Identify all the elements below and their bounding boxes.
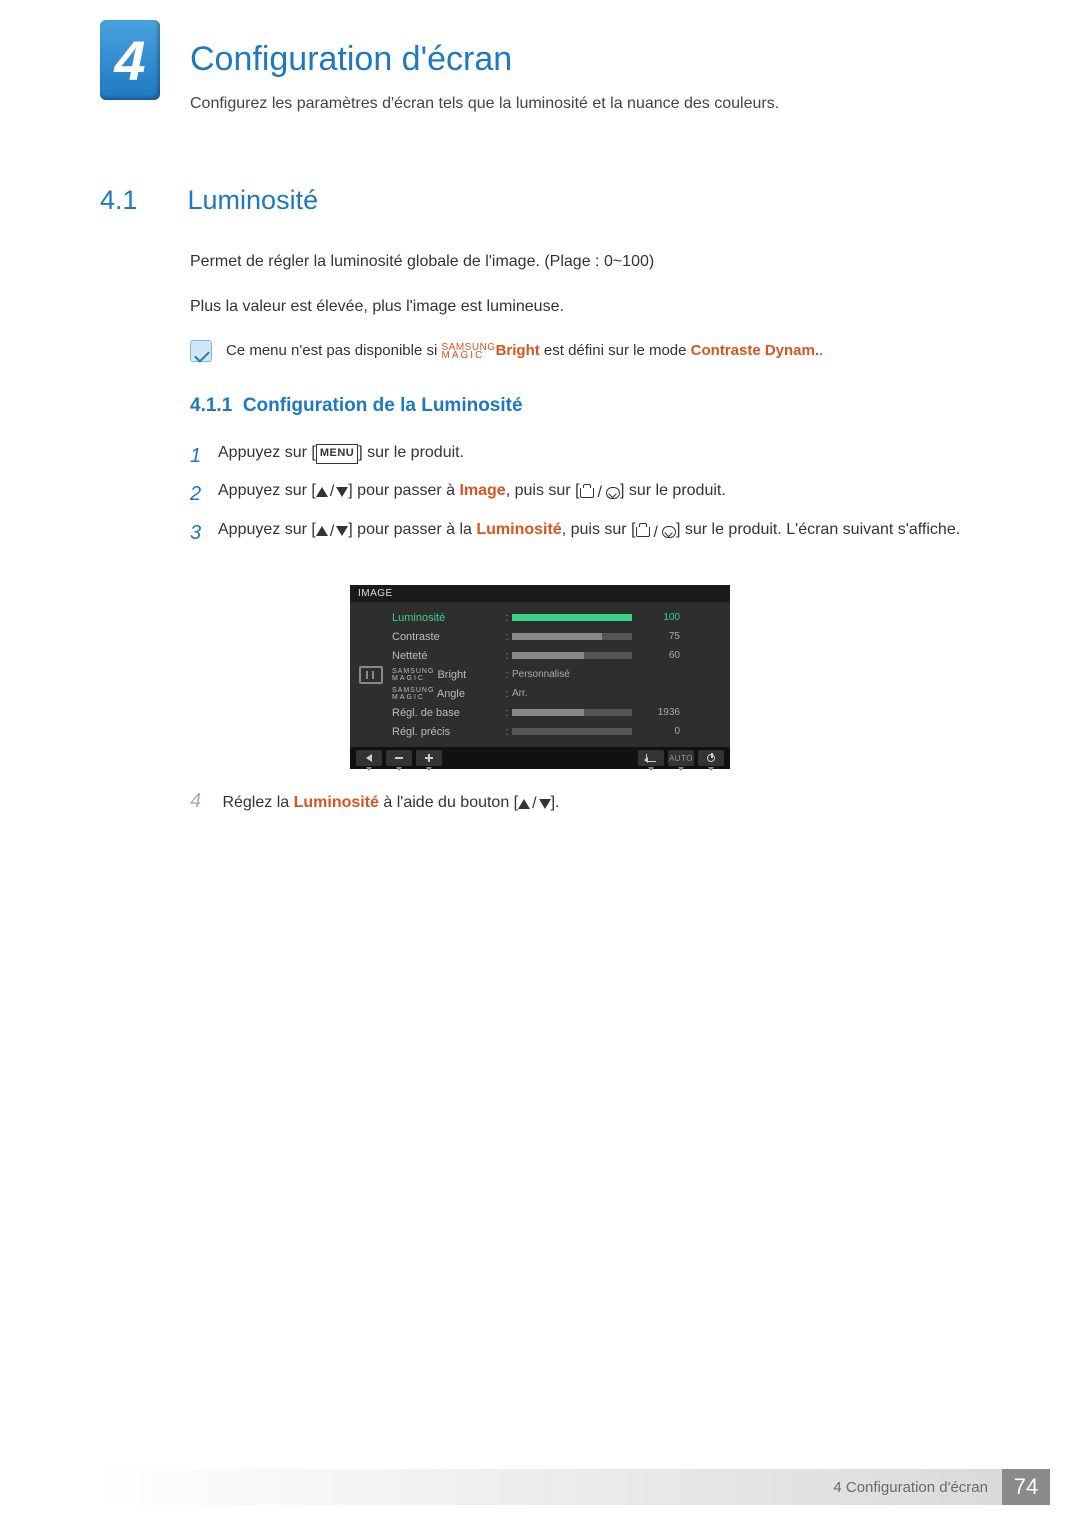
note-icon	[190, 340, 212, 362]
section-title: Luminosité	[188, 185, 319, 215]
osd-footer-minus-icon	[386, 750, 412, 766]
osd-row-nettete: Netteté : 60	[392, 646, 722, 665]
osd-row-regl-base: Régl. de base : 1936	[392, 703, 722, 722]
up-down-icon: /	[316, 479, 348, 505]
samsung-magic-label: SAMSUNGMAGIC	[442, 344, 496, 360]
osd-footer-back-icon	[356, 750, 382, 766]
step-1: 1 Appuyez sur [MENU] sur le produit.	[190, 440, 990, 466]
osd-row-magic-angle: SAMSUNGMAGIC Angle : Arr.	[392, 684, 722, 703]
note-text: Ce menu n'est pas disponible si SAMSUNGM…	[226, 342, 823, 359]
chapter-title: Configuration d'écran	[190, 40, 512, 79]
osd-row-luminosite: Luminosité : 100	[392, 608, 722, 627]
subsection-title: Configuration de la Luminosité	[243, 395, 523, 416]
note: Ce menu n'est pas disponible si SAMSUNGM…	[190, 340, 980, 362]
up-down-icon: /	[316, 519, 348, 545]
osd-side-icon	[350, 602, 392, 747]
steps-list: 1 Appuyez sur [MENU] sur le produit. 2 A…	[190, 440, 990, 557]
select-enter-icon: /	[580, 480, 620, 506]
step-2: 2 Appuyez sur [/] pour passer à Image, p…	[190, 478, 990, 506]
footer-page-number: 74	[1002, 1469, 1050, 1505]
osd-row-regl-precis: Régl. précis : 0	[392, 722, 722, 741]
up-down-icon: /	[518, 795, 550, 813]
chapter-number-badge: 4	[100, 20, 160, 100]
section-paragraph-2: Plus la valeur est élevée, plus l'image …	[190, 295, 990, 319]
osd-footer-auto-icon: AUTO	[668, 750, 694, 766]
page-footer: 4 Configuration d'écran 74	[98, 1469, 1050, 1505]
osd-footer: AUTO	[350, 747, 730, 769]
section-heading: 4.1 Luminosité	[100, 185, 318, 216]
subsection-number: 4.1.1	[190, 395, 232, 416]
section-paragraph-1: Permet de régler la luminosité globale d…	[190, 250, 990, 274]
step-4: 4 Réglez la Luminosité à l'aide du bouto…	[190, 790, 990, 813]
osd-footer-enter-icon	[638, 750, 664, 766]
select-enter-icon: /	[636, 520, 676, 546]
osd-footer-plus-icon	[416, 750, 442, 766]
menu-key-icon: MENU	[316, 444, 358, 464]
osd-row-contraste: Contraste : 75	[392, 627, 722, 646]
chapter-description: Configurez les paramètres d'écran tels q…	[190, 95, 779, 113]
footer-chapter-label: 4 Configuration d'écran	[98, 1469, 1002, 1505]
osd-row-magic-bright: SAMSUNGMAGIC Bright : Personnalisé	[392, 665, 722, 684]
section-number: 4.1	[100, 185, 180, 216]
step-3: 3 Appuyez sur [/] pour passer à la Lumin…	[190, 517, 990, 545]
osd-panel: IMAGE Luminosité : 100 Contraste : 75 Ne…	[350, 585, 730, 769]
osd-title: IMAGE	[350, 585, 730, 602]
subsection-heading: 4.1.1 Configuration de la Luminosité	[190, 395, 523, 417]
osd-footer-power-icon	[698, 750, 724, 766]
